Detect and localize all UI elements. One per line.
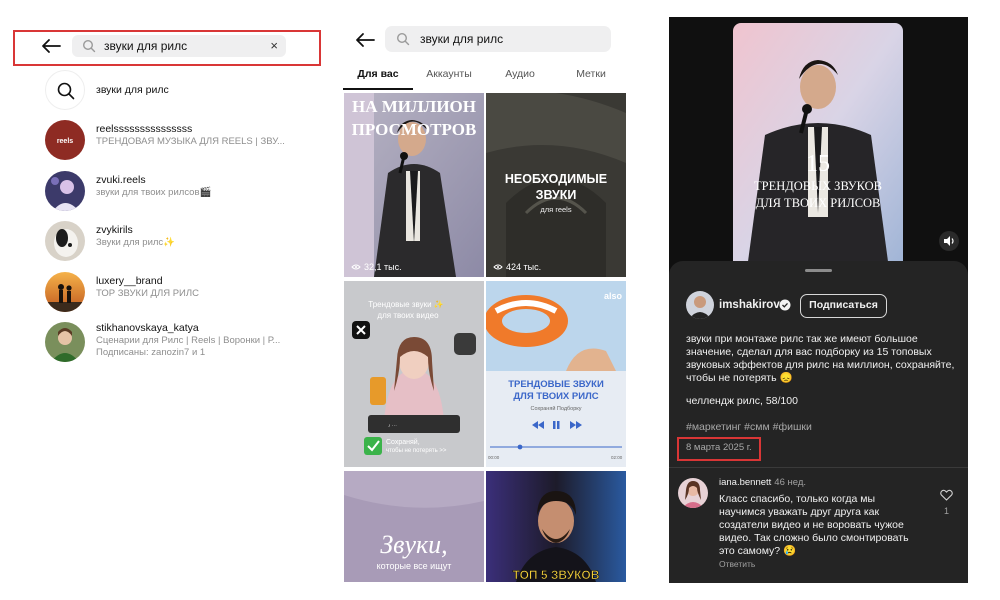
tile-title-line1: ТОП 5 ЗВУКОВ bbox=[513, 568, 600, 582]
comment-like-count: 1 bbox=[944, 506, 950, 516]
tab-tags[interactable]: Метки bbox=[556, 68, 626, 80]
tile-save-hint2: чтобы не потерять >> bbox=[386, 448, 447, 454]
comment-time: 46 нед. bbox=[774, 477, 807, 488]
account-avatar bbox=[45, 322, 85, 362]
post-challenge-text: челлендж рилс, 58/100 bbox=[686, 395, 798, 407]
search-icon bbox=[396, 32, 410, 46]
comment-text: Класс спасибо, только когда мы научимся … bbox=[719, 493, 909, 557]
reel-tile[interactable]: ТОП 5 ЗВУКОВ bbox=[486, 471, 626, 582]
search-icon bbox=[82, 39, 96, 53]
tile-save-hint: Сохраняй, bbox=[386, 438, 420, 446]
track-time-end: 02:00 bbox=[611, 455, 623, 460]
brand-logo-text: also bbox=[604, 291, 623, 301]
commenter-avatar[interactable] bbox=[678, 478, 708, 508]
tile-title-line1: НА МИЛЛИОН bbox=[352, 97, 476, 116]
tile-title-line2: ПРОСМОТРОВ bbox=[352, 120, 477, 139]
post-details-sheet: imshakirov Подписаться звуки при монтаже… bbox=[669, 261, 968, 583]
reel-tile[interactable]: НЕОБХОДИМЫЕ ЗВУКИ для reels 424 тыс. bbox=[486, 93, 626, 277]
search-suggestions-panel: звуки для рилс × звуки для рилс reels re… bbox=[0, 0, 330, 600]
account-bio: звуки для твоих рилсов🎬 bbox=[96, 187, 212, 198]
search-input[interactable]: звуки для рилс bbox=[385, 26, 611, 52]
post-date: 8 марта 2025 г. bbox=[686, 442, 752, 453]
reply-button[interactable]: Ответить bbox=[719, 559, 755, 569]
account-username: reelsssssssssssssss bbox=[96, 123, 193, 135]
back-arrow-icon[interactable] bbox=[41, 38, 61, 54]
account-bio: ТОР ЗВУКИ ДЛЯ РИЛС bbox=[96, 288, 199, 299]
tile-title-line2: для твоих видео bbox=[377, 311, 439, 320]
tile-title-line1: ТРЕНДОВЫЕ ЗВУКИ bbox=[508, 379, 604, 390]
reel-tile[interactable]: Звуки, которые все ищут bbox=[344, 471, 484, 582]
clear-search-icon[interactable]: × bbox=[270, 38, 278, 53]
commenter-username[interactable]: iana.bennett bbox=[719, 477, 771, 488]
reel-tile[interactable]: also ТРЕНДОВЫЕ ЗВУКИ ДЛЯ ТВОИХ РИЛС Сохр… bbox=[486, 281, 626, 467]
account-bio: Сценарии для Рилс | Reels | Воронки | Р.… bbox=[96, 335, 281, 346]
tile-subtitle: для reels bbox=[540, 205, 571, 214]
tile-subtitle: Сохраняй Подборку bbox=[530, 405, 581, 412]
sound-toggle-button[interactable] bbox=[939, 231, 959, 251]
author-avatar[interactable] bbox=[686, 291, 714, 319]
back-arrow-icon[interactable] bbox=[355, 32, 375, 48]
tile-title-line1: НЕОБХОДИМЫЕ bbox=[505, 172, 607, 186]
account-bio: ТРЕНДОВАЯ МУЗЫКА ДЛЯ REELS | ЗВУ... bbox=[96, 136, 285, 147]
view-count: 424 тыс. bbox=[506, 262, 542, 272]
reel-detail-panel: 15 ТРЕНДОВЫХ ЗВУКОВ ДЛЯ ТВОИХ РИЛСОВ ims… bbox=[669, 17, 968, 583]
tab-audio[interactable]: Аудио bbox=[485, 68, 555, 80]
search-input[interactable]: звуки для рилс × bbox=[72, 35, 286, 57]
followed-by-text: Подписаны: zanozin7 и 1 bbox=[96, 347, 206, 358]
comments-divider bbox=[669, 467, 968, 468]
follow-button[interactable]: Подписаться bbox=[800, 294, 887, 318]
like-heart-icon[interactable] bbox=[940, 489, 953, 501]
tab-accounts[interactable]: Аккаунты bbox=[414, 68, 484, 80]
video-title-number: 15 bbox=[806, 151, 830, 177]
account-result-row[interactable]: zvuki.reels звуки для твоих рилсов🎬 bbox=[45, 171, 325, 211]
speaker-icon bbox=[944, 236, 954, 246]
search-results-panel: звуки для рилс Для вас Аккаунты Аудио Ме… bbox=[343, 0, 627, 600]
account-result-row[interactable]: stikhanovskaya_katya Сценарии для Рилс |… bbox=[45, 322, 325, 362]
author-username[interactable]: imshakirov bbox=[719, 299, 780, 311]
svg-text:♪ ···: ♪ ··· bbox=[388, 423, 397, 429]
post-hashtags[interactable]: #маркетинг #смм #фишки bbox=[686, 421, 812, 433]
post-caption: звуки при монтаже рилс так же имеют боль… bbox=[686, 333, 955, 384]
reel-tile[interactable]: НА МИЛЛИОН ПРОСМОТРОВ 32,1 тыс. bbox=[344, 93, 484, 277]
track-time-start: 00:00 bbox=[488, 455, 500, 460]
tile-title-line1: Звуки, bbox=[380, 530, 447, 559]
search-suggestion-row[interactable]: звуки для рилс bbox=[45, 70, 325, 110]
video-title-line2: ДЛЯ ТВОИХ РИЛСОВ bbox=[756, 196, 881, 210]
reel-tile[interactable]: Трендовые звуки ✨ для твоих видео ♪ ··· … bbox=[344, 281, 484, 467]
account-avatar bbox=[45, 221, 85, 261]
account-username: zvykirils bbox=[96, 224, 133, 236]
account-avatar: reels bbox=[45, 120, 85, 160]
account-username: stikhanovskaya_katya bbox=[96, 322, 199, 334]
account-result-row[interactable]: reels reelsssssssssssssss ТРЕНДОВАЯ МУЗЫ… bbox=[45, 120, 325, 160]
account-avatar bbox=[45, 171, 85, 211]
video-title-line1: ТРЕНДОВЫХ ЗВУКОВ bbox=[754, 179, 882, 193]
result-tabs: Для вас Аккаунты Аудио Метки bbox=[343, 68, 627, 90]
active-tab-indicator bbox=[343, 88, 413, 90]
suggestion-text: звуки для рилс bbox=[96, 84, 169, 96]
screenshot-collage: звуки для рилс × звуки для рилс reels re… bbox=[0, 0, 1000, 600]
search-query-text: звуки для рилс bbox=[420, 32, 504, 46]
tile-title-line1: Трендовые звуки ✨ bbox=[368, 300, 443, 309]
account-avatar bbox=[45, 272, 85, 312]
reel-video[interactable]: 15 ТРЕНДОВЫХ ЗВУКОВ ДЛЯ ТВОИХ РИЛСОВ bbox=[733, 23, 903, 269]
account-result-row[interactable]: zvykirils Звуки для рилс✨ bbox=[45, 221, 325, 261]
search-circle-icon bbox=[45, 70, 85, 110]
tile-title-line2: которые все ищут bbox=[377, 561, 452, 571]
tile-title-line2: ДЛЯ ТВОИХ РИЛС bbox=[513, 391, 598, 402]
account-username: zvuki.reels bbox=[96, 174, 146, 186]
tile-title-line2: ЗВУКИ bbox=[536, 188, 577, 202]
account-bio: Звуки для рилс✨ bbox=[96, 237, 176, 248]
search-query-text: звуки для рилс bbox=[104, 39, 188, 53]
view-count: 32,1 тыс. bbox=[364, 262, 402, 272]
reels-logo-text: reels bbox=[57, 138, 73, 145]
comment-header: iana.bennett 46 нед. bbox=[719, 477, 806, 488]
account-result-row[interactable]: luxery__brand ТОР ЗВУКИ ДЛЯ РИЛС bbox=[45, 272, 325, 312]
verified-badge-icon bbox=[779, 299, 791, 311]
tab-for-you[interactable]: Для вас bbox=[343, 68, 413, 80]
account-username: luxery__brand bbox=[96, 275, 163, 287]
sheet-drag-handle[interactable] bbox=[805, 269, 832, 272]
